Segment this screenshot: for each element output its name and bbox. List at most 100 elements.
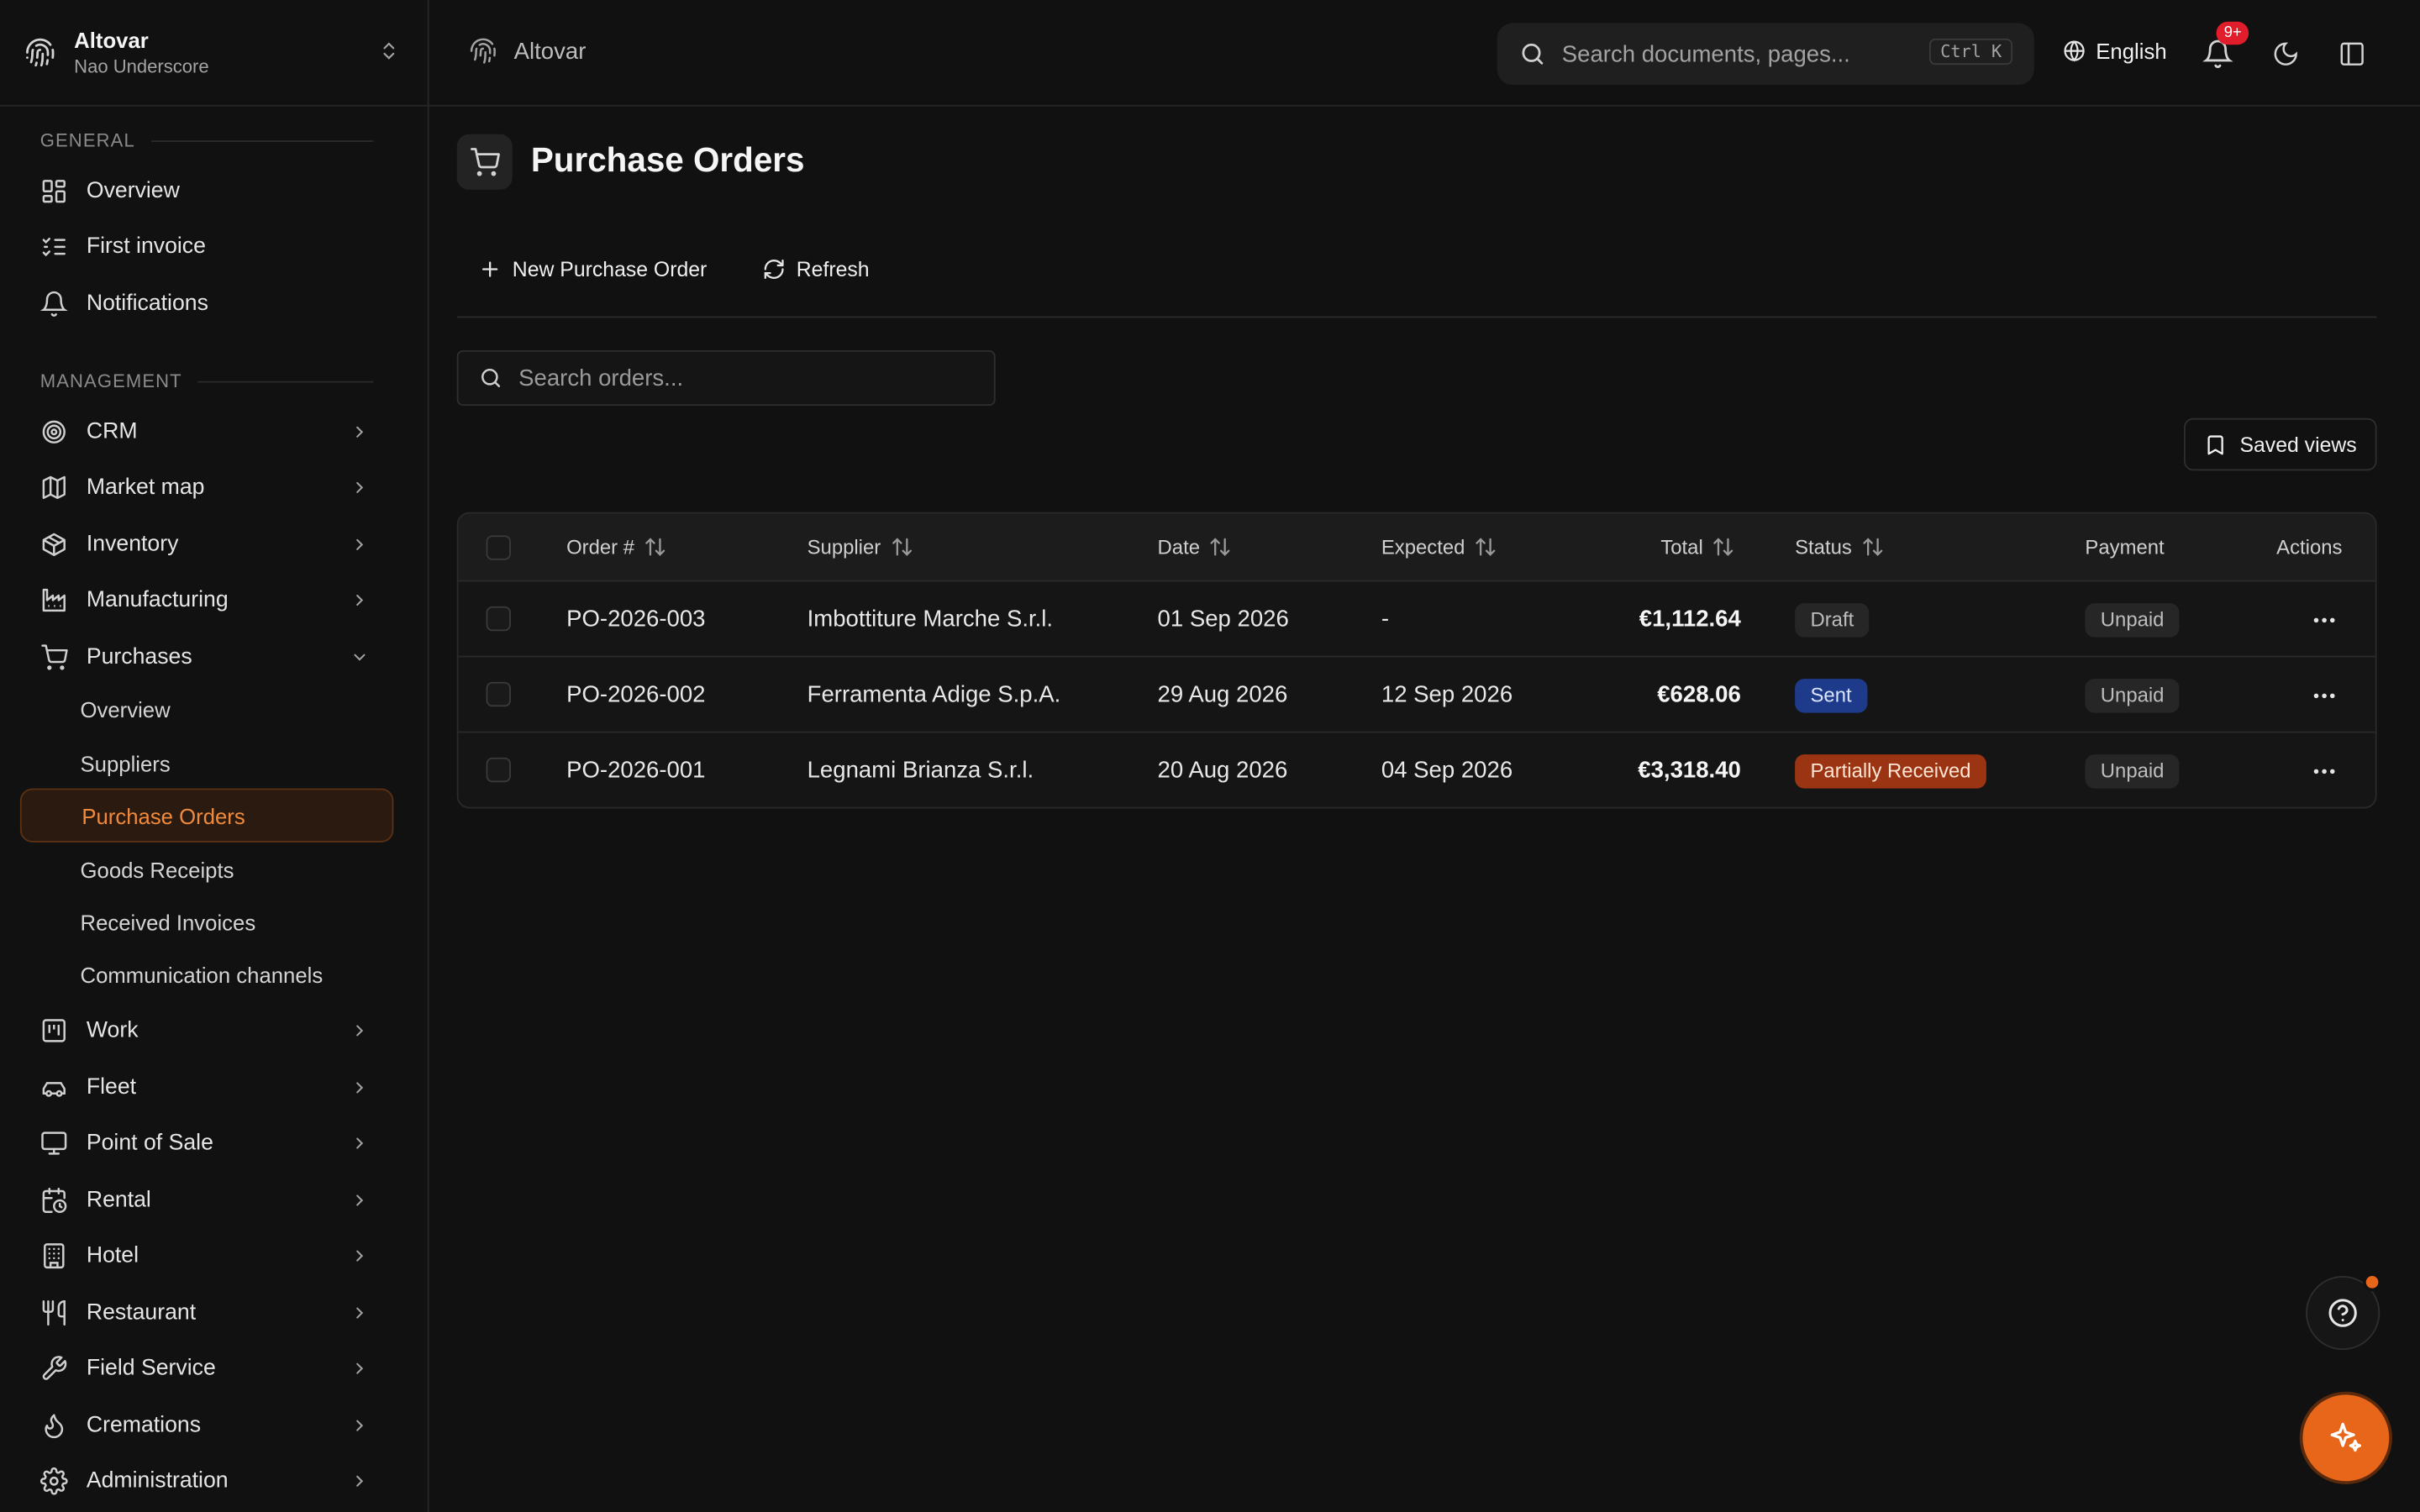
- nav-hotel[interactable]: Hotel: [18, 1230, 393, 1282]
- sort-icon: [1211, 538, 1231, 556]
- calendar-clock-icon: [40, 1186, 68, 1214]
- notification-count-badge: 9+: [2216, 21, 2249, 45]
- sort-icon: [1476, 538, 1496, 556]
- column-header-payment: Payment: [2085, 535, 2165, 559]
- ai-assistant-button[interactable]: [2302, 1394, 2390, 1482]
- theme-toggle-moon-icon[interactable]: [2272, 40, 2300, 68]
- keyboard-shortcut-hint: Ctrl K: [1929, 38, 2013, 66]
- more-actions-icon[interactable]: [2311, 682, 2338, 710]
- nav-label: First invoice: [86, 234, 206, 260]
- order-total: €3,318.40: [1638, 757, 1741, 785]
- status-badge: Draft: [1795, 603, 1870, 638]
- dashboard-icon: [40, 177, 68, 205]
- chevron-right-icon: [350, 1416, 369, 1435]
- new-purchase-order-label: New Purchase Order: [512, 257, 708, 281]
- nav-label: Purchases: [86, 644, 192, 670]
- nav-crm[interactable]: CRM: [18, 406, 393, 458]
- sidebar: Altovar Nao Underscore GENERAL Overview …: [0, 0, 429, 1512]
- nav-first-invoice[interactable]: First invoice: [18, 221, 393, 273]
- table-row[interactable]: PO-2026-001 Legnami Brianza S.r.l. 20 Au…: [459, 732, 2375, 806]
- table-row[interactable]: PO-2026-003 Imbottiture Marche S.r.l. 01…: [458, 581, 2375, 658]
- expected-date: -: [1381, 606, 1390, 633]
- column-header-expected[interactable]: Expected: [1381, 535, 1497, 559]
- nav-fleet[interactable]: Fleet: [18, 1062, 393, 1114]
- column-header-supplier[interactable]: Supplier: [808, 535, 913, 559]
- orders-search-input[interactable]: Search orders...: [456, 349, 996, 407]
- order-number[interactable]: PO-2026-002: [566, 682, 705, 708]
- nav-manufacturing[interactable]: Manufacturing: [18, 574, 393, 626]
- nav-administration[interactable]: Administration: [18, 1455, 393, 1507]
- bell-icon: [39, 290, 68, 318]
- chevrons-up-down-icon: [378, 40, 400, 65]
- column-header-status[interactable]: Status: [1795, 535, 1884, 559]
- row-checkbox[interactable]: [486, 757, 511, 783]
- language-label: English: [2096, 38, 2167, 64]
- main-content: Purchase Orders New Purchase Order Refre…: [429, 107, 2420, 1512]
- saved-views-button[interactable]: Saved views: [2184, 417, 2377, 471]
- order-date: 01 Sep 2026: [1157, 606, 1289, 633]
- nav-inventory[interactable]: Inventory: [18, 518, 393, 570]
- nav-cremations[interactable]: Cremations: [18, 1399, 393, 1452]
- target-icon: [40, 418, 68, 446]
- table-header: Order # Supplier Date Expected Total Sta…: [458, 513, 2375, 582]
- org-switcher[interactable]: Altovar Nao Underscore: [0, 0, 428, 107]
- column-header-date[interactable]: Date: [1158, 535, 1233, 559]
- order-number[interactable]: PO-2026-003: [566, 606, 705, 633]
- payment-badge: Unpaid: [2085, 754, 2180, 789]
- more-actions-icon[interactable]: [2311, 758, 2338, 785]
- breadcrumb[interactable]: Altovar: [469, 37, 586, 65]
- fingerprint-logo-icon: [24, 37, 55, 68]
- nav-rental[interactable]: Rental: [18, 1174, 393, 1226]
- top-bar: Altovar Search documents, pages... Ctrl …: [429, 0, 2420, 107]
- refresh-button[interactable]: Refresh: [762, 257, 870, 281]
- factory-icon: [40, 586, 68, 614]
- monitor-icon: [40, 1129, 68, 1157]
- nav-restaurant[interactable]: Restaurant: [18, 1287, 393, 1339]
- chevron-right-icon: [350, 1247, 369, 1265]
- more-actions-icon[interactable]: [2311, 606, 2338, 634]
- panel-toggle-icon[interactable]: [2338, 40, 2366, 68]
- chevron-down-icon: [350, 648, 369, 666]
- chevron-right-icon: [350, 1021, 369, 1040]
- saved-views-label: Saved views: [2239, 433, 2357, 456]
- nav-market-map[interactable]: Market map: [18, 461, 393, 513]
- nav-label: Market map: [86, 475, 205, 501]
- help-indicator-dot: [2363, 1273, 2382, 1292]
- chevron-right-icon: [350, 591, 369, 609]
- section-label-management: MANAGEMENT: [40, 370, 374, 392]
- sub-nav-purchase-orders[interactable]: Purchase Orders: [19, 788, 394, 843]
- order-date: 20 Aug 2026: [1157, 757, 1288, 785]
- row-checkbox[interactable]: [486, 681, 511, 707]
- sub-nav-goods-receipts[interactable]: Goods Receipts: [20, 843, 393, 896]
- nav-field-service[interactable]: Field Service: [18, 1342, 393, 1394]
- select-all-checkbox[interactable]: [486, 535, 511, 560]
- kanban-icon: [40, 1016, 68, 1044]
- sub-nav-communication-channels[interactable]: Communication channels: [20, 948, 393, 1001]
- car-icon: [40, 1074, 68, 1101]
- column-header-actions: Actions: [2276, 535, 2343, 559]
- column-header-total[interactable]: Total: [1660, 535, 1735, 559]
- refresh-label: Refresh: [796, 257, 870, 281]
- nav-point-of-sale[interactable]: Point of Sale: [18, 1117, 393, 1169]
- sub-nav-received-invoices[interactable]: Received Invoices: [20, 895, 393, 948]
- new-purchase-order-button[interactable]: New Purchase Order: [478, 258, 707, 281]
- global-search-input[interactable]: Search documents, pages... Ctrl K: [1497, 23, 2034, 86]
- order-number[interactable]: PO-2026-001: [566, 758, 705, 784]
- nav-overview[interactable]: Overview: [18, 165, 393, 218]
- sub-nav-overview[interactable]: Overview: [20, 682, 393, 736]
- plus-icon: [481, 261, 498, 277]
- divider: [456, 316, 2377, 318]
- language-selector[interactable]: English: [2062, 39, 2167, 63]
- row-checkbox[interactable]: [486, 606, 511, 632]
- nav-work[interactable]: Work: [18, 1005, 393, 1057]
- nav-notifications[interactable]: Notifications: [18, 278, 393, 330]
- sub-nav-suppliers[interactable]: Suppliers: [20, 736, 393, 790]
- column-header-order[interactable]: Order #: [566, 535, 667, 559]
- chevron-right-icon: [350, 1191, 369, 1210]
- nav-label: Work: [86, 1018, 139, 1043]
- sort-icon: [1863, 538, 1883, 556]
- nav-purchases[interactable]: Purchases: [18, 631, 393, 683]
- status-badge: Sent: [1795, 679, 1867, 713]
- globe-icon: [2064, 40, 2085, 62]
- table-row[interactable]: PO-2026-002 Ferramenta Adige S.p.A. 29 A…: [458, 657, 2375, 733]
